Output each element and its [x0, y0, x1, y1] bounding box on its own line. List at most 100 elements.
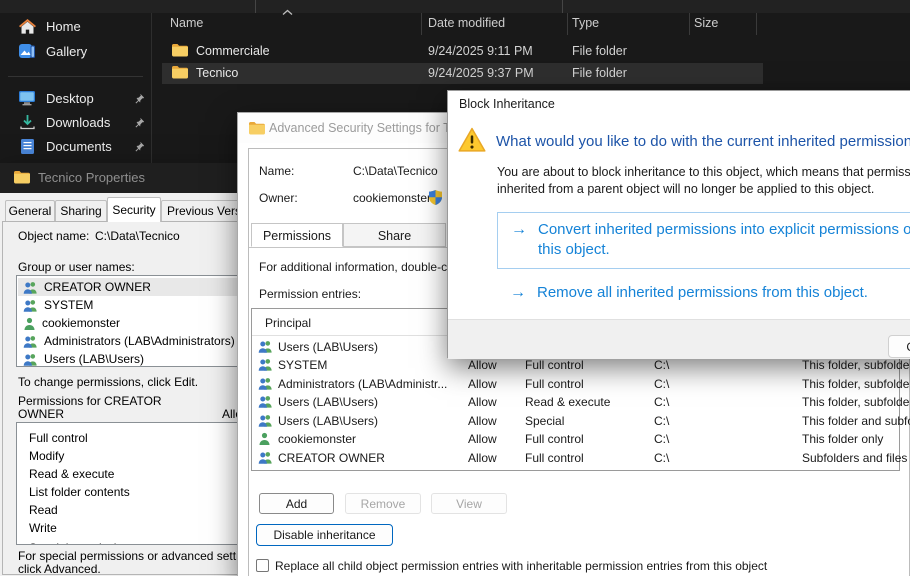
sidebar-item-label: Downloads [46, 115, 110, 130]
pin-icon[interactable] [134, 92, 145, 107]
block-body-line2: inherited from a parent object will no l… [497, 182, 874, 196]
cell-access: Full control [525, 377, 584, 391]
cell-principal: SYSTEM [278, 358, 327, 372]
cell-inherited-from: C:\ [654, 451, 669, 465]
group-icon [23, 281, 38, 294]
permission-item[interactable]: Read [29, 503, 58, 517]
sidebar-item-downloads[interactable]: Downloads [6, 111, 151, 133]
top-strip-divider [255, 0, 256, 13]
folder-icon [172, 66, 188, 82]
home-icon [18, 18, 36, 34]
object-name-label: Object name: [18, 229, 89, 243]
cell-access: Full control [525, 432, 584, 446]
table-row[interactable]: Users (LAB\Users) Allow Read & execute C… [252, 393, 899, 411]
column-divider[interactable] [689, 13, 690, 35]
command-link-label-line2: this object. [538, 241, 610, 258]
add-button[interactable]: Add [259, 493, 334, 514]
file-date-modified: 9/24/2025 9:37 PM [428, 66, 534, 80]
convert-permissions-command-link[interactable]: → Convert inherited permissions into exp… [497, 212, 910, 269]
group-icon [258, 451, 273, 469]
block-heading: What would you like to do with the curre… [496, 133, 910, 150]
explorer-top-strip [0, 0, 910, 13]
folder-icon [14, 171, 30, 189]
cell-applies-to: This folder, subfolders and files [802, 395, 910, 409]
cell-applies-to: This folder, subfolders and files [802, 358, 910, 372]
top-strip-divider [562, 0, 563, 13]
column-divider[interactable] [756, 13, 757, 35]
cell-applies-to: This folder only [802, 432, 883, 446]
tab-share[interactable]: Share [343, 223, 446, 247]
replace-permissions-checkbox[interactable] [256, 559, 269, 572]
sidebar-item-gallery[interactable]: Gallery [6, 40, 151, 62]
column-header-date-modified[interactable]: Date modified [428, 16, 505, 30]
permission-item[interactable]: Read & execute [29, 467, 114, 481]
group-icon [23, 353, 38, 366]
owner-value: cookiemonster [353, 191, 431, 205]
table-header-principal[interactable]: Principal [265, 316, 311, 330]
dialog-title: Block Inheritance [459, 97, 555, 111]
pin-icon[interactable] [134, 116, 145, 131]
change-permissions-hint: To change permissions, click Edit. [18, 375, 198, 389]
uac-shield-icon [429, 190, 442, 210]
screen: Home Gallery Desktop Downloads [0, 0, 910, 576]
block-title-bar[interactable]: Block Inheritance [448, 91, 910, 117]
group-name: SYSTEM [44, 298, 93, 312]
advanced-hint-line1: For special permissions or advanced sett… [18, 549, 261, 563]
cell-inherited-from: C:\ [654, 414, 669, 428]
cell-applies-to: Subfolders and files only [802, 451, 910, 465]
column-header-name[interactable]: Name [170, 16, 203, 30]
table-row[interactable]: Administrators (LAB\Administr... Allow F… [252, 375, 899, 393]
replace-permissions-label: Replace all child object permission entr… [275, 559, 767, 573]
permission-item[interactable]: Write [29, 521, 57, 535]
group-icon [23, 299, 38, 312]
sidebar-item-label: Desktop [46, 91, 94, 106]
downloads-icon [18, 114, 36, 130]
remove-permissions-command-link[interactable]: → Remove all inherited permissions from … [497, 283, 910, 305]
arrow-right-icon: → [510, 285, 526, 301]
column-divider[interactable] [421, 13, 422, 35]
sidebar-item-home[interactable]: Home [6, 15, 151, 37]
table-row[interactable]: CREATOR OWNER Allow Full control C:\ Sub… [252, 449, 899, 467]
sidebar-item-desktop[interactable]: Desktop [6, 87, 151, 109]
cell-inherited-from: C:\ [654, 432, 669, 446]
cell-access: Special [525, 414, 564, 428]
table-row[interactable]: Users (LAB\Users) Allow Special C:\ This… [252, 412, 899, 430]
file-type: File folder [572, 44, 627, 58]
permission-item[interactable]: Special permissions [29, 541, 136, 545]
cell-applies-to: This folder and subfolders [802, 414, 910, 428]
disable-inheritance-button[interactable]: Disable inheritance [256, 524, 393, 546]
tab-sharing[interactable]: Sharing [55, 200, 107, 221]
sidebar-item-documents[interactable]: Documents [6, 135, 151, 157]
dialog-title: Tecnico Properties [38, 170, 145, 185]
cell-type: Allow [468, 377, 497, 391]
column-header-type[interactable]: Type [572, 16, 599, 30]
tab-security[interactable]: Security [107, 197, 161, 222]
file-row-commerciale[interactable]: Commerciale 9/24/2025 9:11 PM File folde… [162, 41, 763, 62]
tab-general[interactable]: General [5, 200, 55, 221]
sort-ascending-icon [282, 3, 293, 21]
file-name: Tecnico [196, 66, 238, 80]
cell-type: Allow [468, 451, 497, 465]
user-icon [23, 317, 36, 330]
group-icon [258, 395, 273, 413]
permission-item[interactable]: Full control [29, 431, 88, 445]
documents-icon [18, 138, 36, 154]
permission-entries-label: Permission entries: [259, 287, 361, 301]
permission-item[interactable]: List folder contents [29, 485, 130, 499]
column-divider[interactable] [567, 13, 568, 35]
cell-access: Full control [525, 358, 584, 372]
table-row[interactable]: cookiemonster Allow Full control C:\ Thi… [252, 430, 899, 448]
remove-button[interactable]: Remove [345, 493, 421, 514]
folder-icon [172, 44, 188, 60]
sidebar-item-label: Gallery [46, 44, 87, 59]
column-header-size[interactable]: Size [694, 16, 718, 30]
cancel-button[interactable]: Cancel [888, 335, 910, 358]
tab-permissions[interactable]: Permissions [251, 223, 343, 247]
permission-item[interactable]: Modify [29, 449, 64, 463]
cell-inherited-from: C:\ [654, 358, 669, 372]
file-row-tecnico[interactable]: Tecnico 9/24/2025 9:37 PM File folder [162, 63, 763, 84]
permissions-for-label-line1: Permissions for CREATOR [18, 394, 162, 408]
pin-icon[interactable] [134, 140, 145, 155]
view-button[interactable]: View [431, 493, 507, 514]
sidebar-separator [8, 76, 143, 77]
